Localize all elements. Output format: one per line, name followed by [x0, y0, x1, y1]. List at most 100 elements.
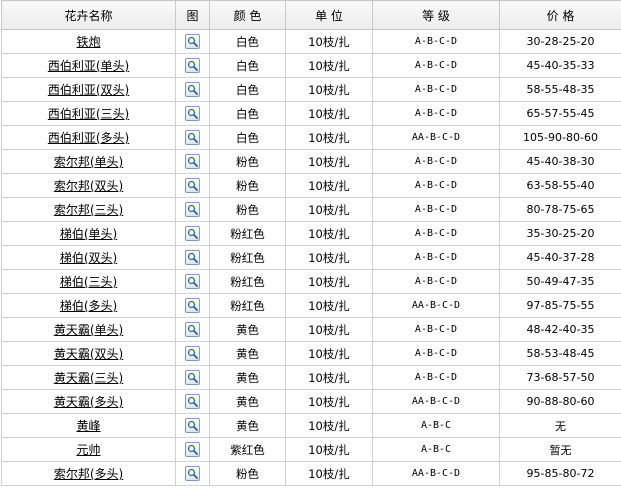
- header-color: 颜 色: [209, 0, 286, 30]
- cell-grade: A-B-C-D: [372, 197, 500, 222]
- cell-image: [175, 197, 210, 222]
- cell-price: 45-40-37-28: [499, 245, 621, 270]
- magnifier-icon[interactable]: [185, 322, 200, 337]
- table-row: 索尔邦(双头) 粉色 10枝/扎 A-B-C-D 63-58-55-40: [1, 173, 621, 198]
- header-image: 图: [175, 0, 210, 30]
- flower-name-link[interactable]: 黄天霸(三头): [54, 371, 123, 385]
- magnifier-icon[interactable]: [185, 178, 200, 193]
- magnifier-icon[interactable]: [185, 466, 200, 481]
- cell-unit: 10枝/扎: [285, 293, 373, 318]
- cell-image: [175, 125, 210, 150]
- flower-name-link[interactable]: 西伯利亚(多头): [48, 131, 129, 145]
- cell-price: 58-53-48-45: [499, 341, 621, 366]
- table-row: 西伯利亚(三头) 白色 10枝/扎 A-B-C-D 65-57-55-45: [1, 101, 621, 126]
- cell-color: 黄色: [209, 413, 286, 438]
- table-row: 西伯利亚(双头) 白色 10枝/扎 A-B-C-D 58-55-48-35: [1, 77, 621, 102]
- cell-price: 50-49-47-35: [499, 269, 621, 294]
- magnifier-icon[interactable]: [185, 34, 200, 49]
- table-row: 黄天霸(双头) 黄色 10枝/扎 A-B-C-D 58-53-48-45: [1, 341, 621, 366]
- magnifier-icon[interactable]: [185, 442, 200, 457]
- cell-grade: A-B-C-D: [372, 29, 500, 54]
- magnifier-icon[interactable]: [185, 250, 200, 265]
- cell-name: 索尔邦(多头): [1, 461, 176, 486]
- cell-unit: 10枝/扎: [285, 437, 373, 462]
- cell-name: 梯伯(双头): [1, 245, 176, 270]
- flower-name-link[interactable]: 索尔邦(多头): [54, 467, 123, 481]
- cell-name: 元帅: [1, 437, 176, 462]
- table-row: 西伯利亚(单头) 白色 10枝/扎 A-B-C-D 45-40-35-33: [1, 53, 621, 78]
- magnifier-icon[interactable]: [185, 154, 200, 169]
- cell-image: [175, 341, 210, 366]
- flower-name-link[interactable]: 黄天霸(多头): [54, 395, 123, 409]
- cell-image: [175, 221, 210, 246]
- cell-unit: 10枝/扎: [285, 221, 373, 246]
- cell-image: [175, 413, 210, 438]
- cell-grade: A-B-C-D: [372, 245, 500, 270]
- cell-unit: 10枝/扎: [285, 101, 373, 126]
- flower-name-link[interactable]: 黄天霸(双头): [54, 347, 123, 361]
- cell-color: 粉红色: [209, 245, 286, 270]
- header-grade: 等 级: [372, 0, 500, 30]
- cell-image: [175, 317, 210, 342]
- flower-name-link[interactable]: 元帅: [76, 443, 100, 457]
- magnifier-icon[interactable]: [185, 418, 200, 433]
- flower-name-link[interactable]: 梯伯(双头): [60, 251, 117, 265]
- magnifier-icon[interactable]: [185, 130, 200, 145]
- magnifier-icon[interactable]: [185, 202, 200, 217]
- flower-name-link[interactable]: 西伯利亚(双头): [48, 83, 129, 97]
- cell-unit: 10枝/扎: [285, 413, 373, 438]
- flower-name-link[interactable]: 西伯利亚(单头): [48, 59, 129, 73]
- cell-color: 粉色: [209, 461, 286, 486]
- cell-color: 紫红色: [209, 437, 286, 462]
- header-price: 价 格: [499, 0, 621, 30]
- cell-unit: 10枝/扎: [285, 125, 373, 150]
- cell-name: 索尔邦(单头): [1, 149, 176, 174]
- flower-name-link[interactable]: 黄天霸(单头): [54, 323, 123, 337]
- cell-name: 索尔邦(双头): [1, 173, 176, 198]
- cell-grade: AA-B-C-D: [372, 125, 500, 150]
- cell-color: 粉色: [209, 173, 286, 198]
- cell-color: 黄色: [209, 389, 286, 414]
- magnifier-icon[interactable]: [185, 82, 200, 97]
- cell-name: 黄天霸(单头): [1, 317, 176, 342]
- cell-grade: AA-B-C-D: [372, 293, 500, 318]
- cell-image: [175, 365, 210, 390]
- flower-name-link[interactable]: 梯伯(三头): [60, 275, 117, 289]
- flower-name-link[interactable]: 索尔邦(双头): [54, 179, 123, 193]
- cell-image: [175, 293, 210, 318]
- table-row: 元帅 紫红色 10枝/扎 A-B-C 暂无: [1, 437, 621, 462]
- cell-unit: 10枝/扎: [285, 77, 373, 102]
- flower-name-link[interactable]: 西伯利亚(三头): [48, 107, 129, 121]
- cell-name: 梯伯(多头): [1, 293, 176, 318]
- cell-unit: 10枝/扎: [285, 197, 373, 222]
- flower-name-link[interactable]: 梯伯(单头): [60, 227, 117, 241]
- cell-price: 105-90-80-60: [499, 125, 621, 150]
- table-row: 黄峰 黄色 10枝/扎 A-B-C 无: [1, 413, 621, 438]
- magnifier-icon[interactable]: [185, 274, 200, 289]
- flower-name-link[interactable]: 索尔邦(三头): [54, 203, 123, 217]
- cell-image: [175, 269, 210, 294]
- header-name: 花卉名称: [1, 0, 176, 30]
- magnifier-icon[interactable]: [185, 346, 200, 361]
- cell-image: [175, 245, 210, 270]
- magnifier-icon[interactable]: [185, 394, 200, 409]
- flower-name-link[interactable]: 梯伯(多头): [60, 299, 117, 313]
- magnifier-icon[interactable]: [185, 370, 200, 385]
- flower-name-link[interactable]: 铁炮: [76, 35, 100, 49]
- flower-name-link[interactable]: 黄峰: [76, 419, 100, 433]
- cell-image: [175, 77, 210, 102]
- magnifier-icon[interactable]: [185, 106, 200, 121]
- cell-color: 黄色: [209, 341, 286, 366]
- cell-grade: A-B-C-D: [372, 221, 500, 246]
- cell-color: 白色: [209, 77, 286, 102]
- magnifier-icon[interactable]: [185, 58, 200, 73]
- cell-color: 黄色: [209, 317, 286, 342]
- cell-grade: AA-B-C-D: [372, 461, 500, 486]
- cell-name: 黄天霸(三头): [1, 365, 176, 390]
- cell-price: 无: [499, 413, 621, 438]
- magnifier-icon[interactable]: [185, 226, 200, 241]
- flower-price-table: 花卉名称 图 颜 色 单 位 等 级 价 格 铁炮 白色 10枝/扎 A-B-C-D 3…: [1, 0, 621, 486]
- flower-name-link[interactable]: 索尔邦(单头): [54, 155, 123, 169]
- table-header-row: 花卉名称 图 颜 色 单 位 等 级 价 格: [1, 0, 621, 30]
- magnifier-icon[interactable]: [185, 298, 200, 313]
